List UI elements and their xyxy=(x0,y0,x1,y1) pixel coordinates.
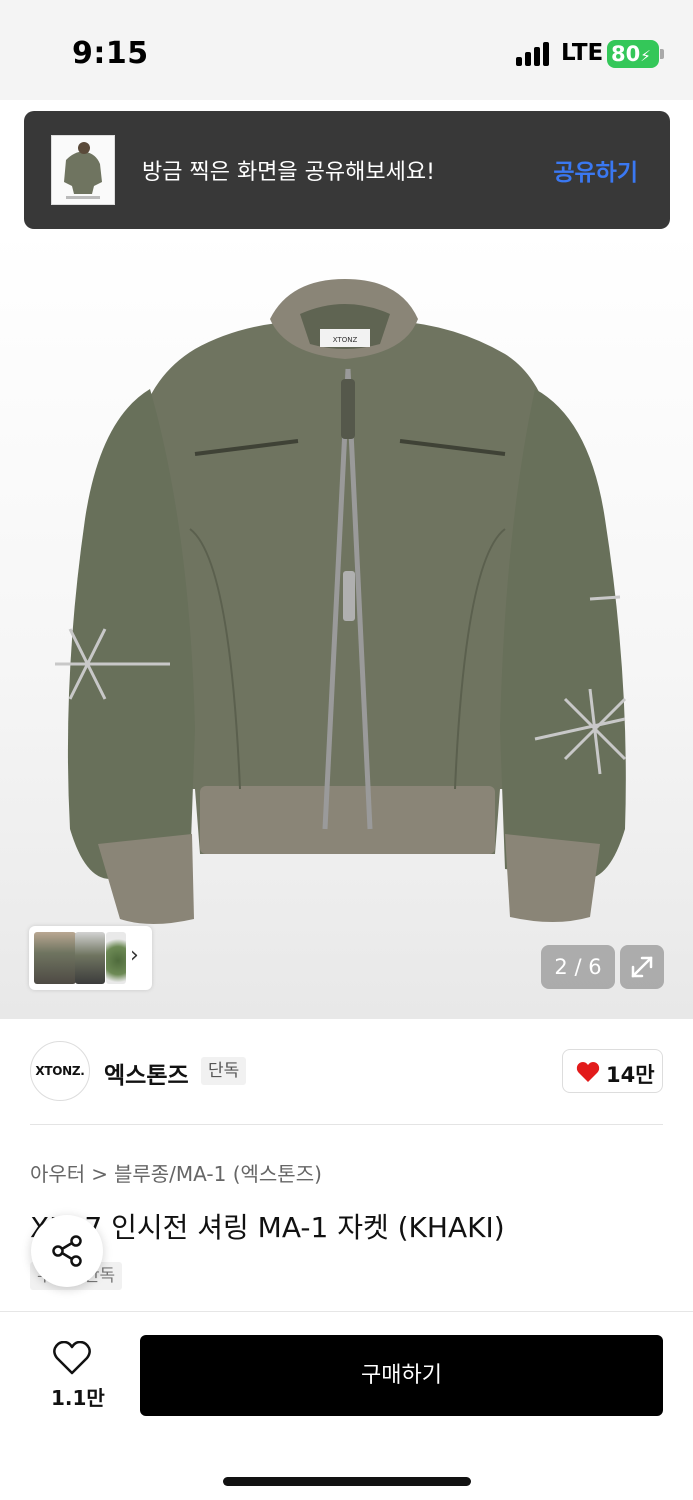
thumbnail-image[interactable] xyxy=(106,932,126,984)
share-screenshot-banner[interactable]: 방금 찍은 화면을 공유해보세요! 공유하기 xyxy=(24,111,670,229)
product-image-gallery[interactable]: XTONZ › 2 / 6 xyxy=(0,229,693,1019)
chevron-right-icon[interactable]: › xyxy=(130,943,139,968)
thumbnail-image[interactable] xyxy=(75,932,105,984)
buy-button[interactable]: 구매하기 xyxy=(140,1335,663,1416)
divider xyxy=(30,1124,663,1125)
share-button-floating[interactable] xyxy=(31,1215,103,1287)
home-indicator xyxy=(223,1477,471,1486)
brand-name[interactable]: 엑스톤즈 xyxy=(104,1056,189,1090)
image-counter: 2 / 6 xyxy=(541,945,615,989)
battery-icon: 80⚡ xyxy=(607,40,659,68)
brand-like-count: 14만 xyxy=(606,1063,655,1087)
svg-text:XTONZ: XTONZ xyxy=(333,336,358,344)
breadcrumb-item-category[interactable]: 아우터 xyxy=(30,1162,85,1186)
wishlist-count: 1.1만 xyxy=(51,1386,105,1410)
thumbnail-image[interactable] xyxy=(34,932,76,984)
product-image: XTONZ xyxy=(55,279,627,924)
battery-level: 80 xyxy=(611,42,641,66)
expand-icon[interactable] xyxy=(620,945,664,989)
network-type: LTE xyxy=(561,40,604,66)
exclusive-badge: 단독 xyxy=(201,1057,247,1085)
share-banner-message: 방금 찍은 화면을 공유해보세요! xyxy=(142,160,435,185)
cellular-signal-icon xyxy=(516,42,552,66)
screenshot-thumbnail xyxy=(51,135,115,205)
heart-filled-icon xyxy=(576,1062,600,1082)
thumbnail-strip[interactable]: › xyxy=(29,926,152,990)
clock: 9:15 xyxy=(72,36,149,71)
share-icon xyxy=(52,1235,82,1267)
heart-outline-icon[interactable] xyxy=(53,1341,91,1375)
breadcrumb-separator: > xyxy=(91,1162,108,1186)
status-bar: 9:15 LTE 80⚡ xyxy=(0,0,693,100)
bottom-action-bar: 1.1만 구매하기 xyxy=(0,1311,693,1500)
brand-logo[interactable]: XTONZ. xyxy=(30,1041,90,1101)
breadcrumb: 아우터 > 블루종/MA-1 (엑스톤즈) xyxy=(30,1158,322,1187)
share-button[interactable]: 공유하기 xyxy=(553,153,638,187)
brand-like-button[interactable]: 14만 xyxy=(562,1049,663,1093)
battery-tip xyxy=(660,49,664,59)
breadcrumb-item-subcategory[interactable]: 블루종/MA-1 (엑스톤즈) xyxy=(114,1162,322,1186)
